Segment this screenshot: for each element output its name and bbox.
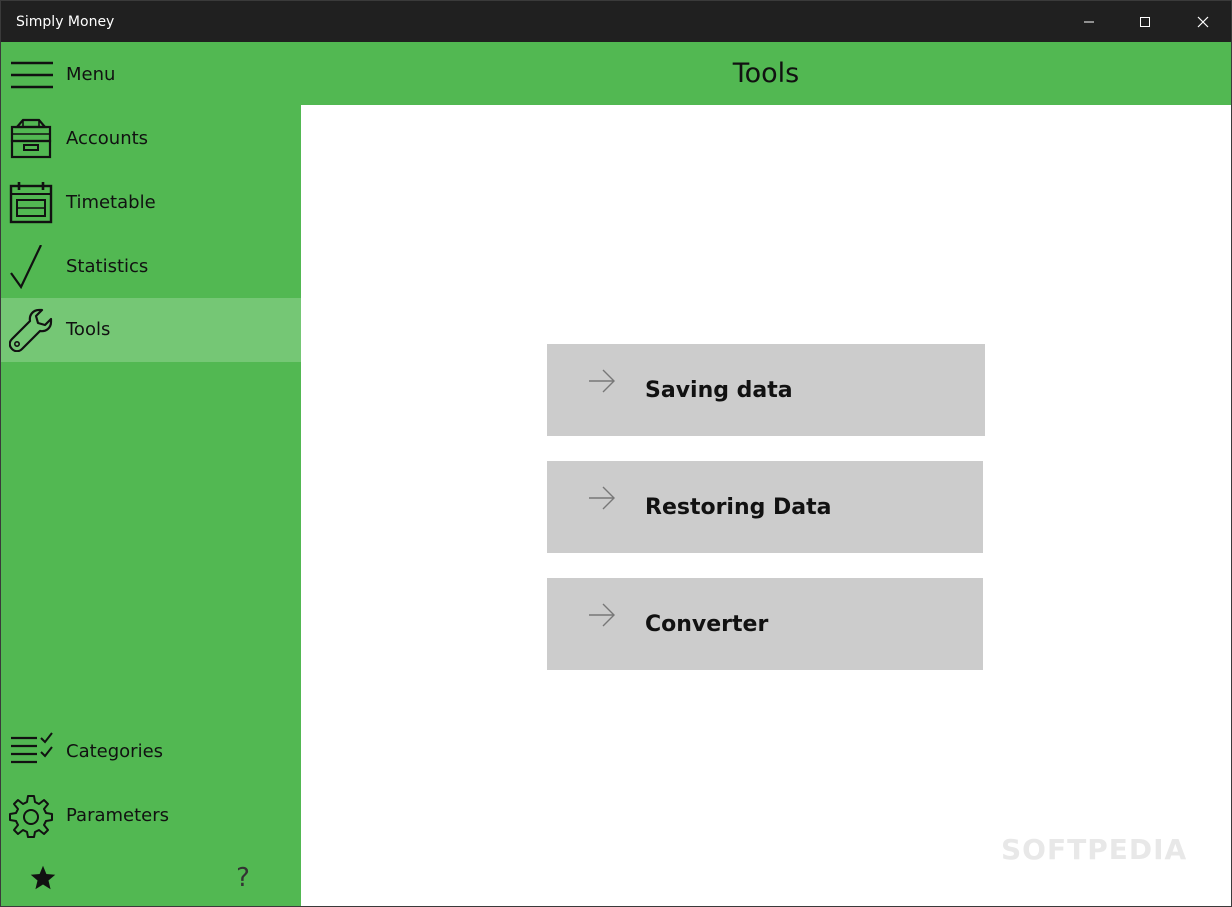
- sidebar-item-label: Accounts: [66, 128, 149, 149]
- calendar-icon: [9, 182, 53, 224]
- arrow-right-icon: [589, 369, 615, 393]
- checkmark-icon: [10, 245, 42, 289]
- hamburger-icon: [11, 61, 53, 89]
- close-button[interactable]: [1175, 1, 1231, 42]
- tools-content: Saving data Restoring Data Converter SOF…: [301, 105, 1231, 906]
- accounts-drawer-icon: [10, 118, 52, 159]
- sidebar-item-label: Menu: [66, 64, 116, 85]
- sidebar-item-menu[interactable]: Menu: [1, 43, 301, 107]
- close-icon: [1197, 16, 1209, 27]
- page-header: Tools: [301, 42, 1231, 105]
- maximize-icon: [1140, 16, 1150, 27]
- watermark: SOFTPEDIA: [1001, 833, 1188, 866]
- favorite-button[interactable]: [23, 858, 63, 898]
- maximize-button[interactable]: [1117, 1, 1173, 42]
- star-icon: [30, 865, 56, 890]
- help-icon: ?: [236, 863, 250, 893]
- sidebar: Menu Accounts Timetable Statistics Tools…: [1, 42, 301, 906]
- sidebar-item-label: Parameters: [66, 805, 170, 826]
- app-window: Simply Money Menu Accounts Timetable Sta…: [0, 0, 1232, 907]
- sidebar-item-categories[interactable]: Categories: [1, 720, 301, 784]
- sidebar-item-timetable[interactable]: Timetable: [1, 171, 301, 235]
- sidebar-item-label: Statistics: [66, 256, 149, 277]
- sidebar-item-accounts[interactable]: Accounts: [1, 107, 301, 171]
- sidebar-item-label: Tools: [66, 319, 111, 340]
- converter-button[interactable]: Converter: [547, 578, 983, 670]
- sidebar-item-label: Categories: [66, 741, 164, 762]
- tool-label: Restoring Data: [645, 495, 832, 520]
- help-button[interactable]: ?: [223, 858, 263, 898]
- sidebar-item-label: Timetable: [66, 192, 156, 213]
- title-bar: Simply Money: [1, 1, 1231, 42]
- gear-icon: [9, 795, 53, 838]
- app-title: Simply Money: [16, 14, 115, 30]
- minimize-icon: [1084, 21, 1094, 22]
- checklist-icon: [11, 732, 53, 764]
- wrench-icon: [9, 308, 53, 352]
- arrow-right-icon: [589, 486, 615, 510]
- page-title: Tools: [732, 58, 800, 89]
- sidebar-item-parameters[interactable]: Parameters: [1, 784, 301, 848]
- tool-label: Converter: [645, 612, 769, 637]
- sidebar-item-statistics[interactable]: Statistics: [1, 235, 301, 299]
- arrow-right-icon: [589, 603, 615, 627]
- saving-data-button[interactable]: Saving data: [547, 344, 985, 436]
- restoring-data-button[interactable]: Restoring Data: [547, 461, 983, 553]
- sidebar-item-tools[interactable]: Tools: [1, 298, 301, 362]
- minimize-button[interactable]: [1061, 1, 1117, 42]
- tool-label: Saving data: [645, 378, 793, 403]
